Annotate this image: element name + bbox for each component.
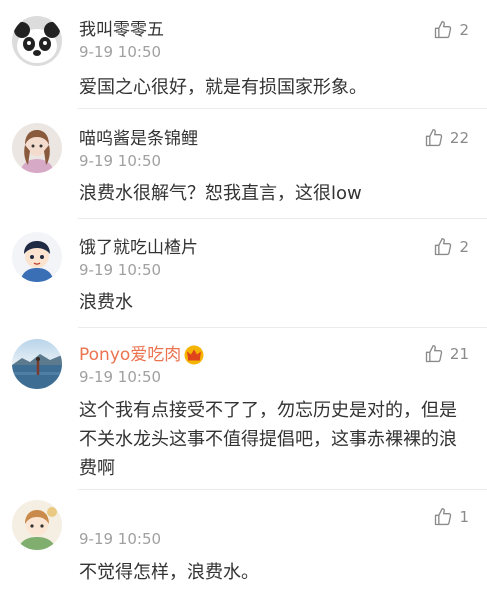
vip-crown-icon [184,345,204,365]
panda-avatar-icon[interactable] [12,16,62,66]
comment-time: 9-19 10:50 [79,530,162,548]
like-button[interactable]: 21 [424,343,469,365]
comment-time: 9-19 10:50 [79,368,162,386]
thumbs-up-icon [435,508,452,526]
like-count: 1 [459,508,469,526]
comment-username[interactable]: 我叫零零五 [79,20,164,40]
comment-item: 我叫零零五 9-19 10:50 爱国之心很好，就是有损国家形象。 2 [0,0,487,108]
comment-username[interactable]: Ponyo爱吃肉 [79,345,205,365]
cartoon-boy-avatar-icon[interactable] [12,232,62,282]
comment-time: 9-19 10:50 [79,261,162,279]
thumbs-up-icon [435,21,452,39]
comment-divider [78,108,487,109]
comment-divider [78,218,487,219]
comment-item: Ponyo爱吃肉 9-19 10:50 这个我有点接受不了了，勿忘历史是对的，但… [0,327,487,489]
like-count: 22 [449,129,469,147]
comment-username[interactable]: 饿了就吃山楂片 [79,238,198,258]
like-button[interactable]: 2 [433,19,469,41]
comment-text: 这个我有点接受不了了，勿忘历史是对的，但是不关水龙头这事不值得提倡吧，这事赤裸裸… [79,400,457,479]
like-button[interactable]: 2 [433,236,469,258]
comment-text: 爱国之心很好，就是有损国家形象。 [79,77,367,98]
comment-item: 喵呜酱是条锦鲤 9-19 10:50 浪费水很解气？恕我直言，这很low 22 [0,108,487,218]
like-count: 2 [459,238,469,256]
comment-text: 浪费水很解气？恕我直言，这很low [79,183,362,204]
anime-avatar-icon[interactable] [12,500,62,550]
comment-divider [78,489,487,490]
like-button[interactable]: 1 [433,506,469,528]
comment-text: 不觉得怎样，浪费水。 [79,562,259,583]
lake-photo-avatar-icon[interactable] [12,339,62,389]
like-count: 2 [459,21,469,39]
comment-text: 浪费水 [79,292,133,313]
thumbs-up-icon [435,238,452,256]
like-count: 21 [449,345,469,363]
comment-time: 9-19 10:50 [79,152,162,170]
comment-item: 饿了就吃山楂片 9-19 10:50 浪费水 2 [0,218,487,327]
comment-item: 9-19 10:50 不觉得怎样，浪费水。 1 [0,489,487,600]
comment-time: 9-19 10:50 [79,43,162,61]
like-button[interactable]: 22 [424,127,469,149]
doll-avatar-icon[interactable] [12,123,62,173]
thumbs-up-icon [425,345,443,363]
thumbs-up-icon [425,129,443,147]
username-text: Ponyo爱吃肉 [79,345,182,365]
comment-username[interactable]: 喵呜酱是条锦鲤 [79,129,198,149]
comment-divider [78,327,487,328]
